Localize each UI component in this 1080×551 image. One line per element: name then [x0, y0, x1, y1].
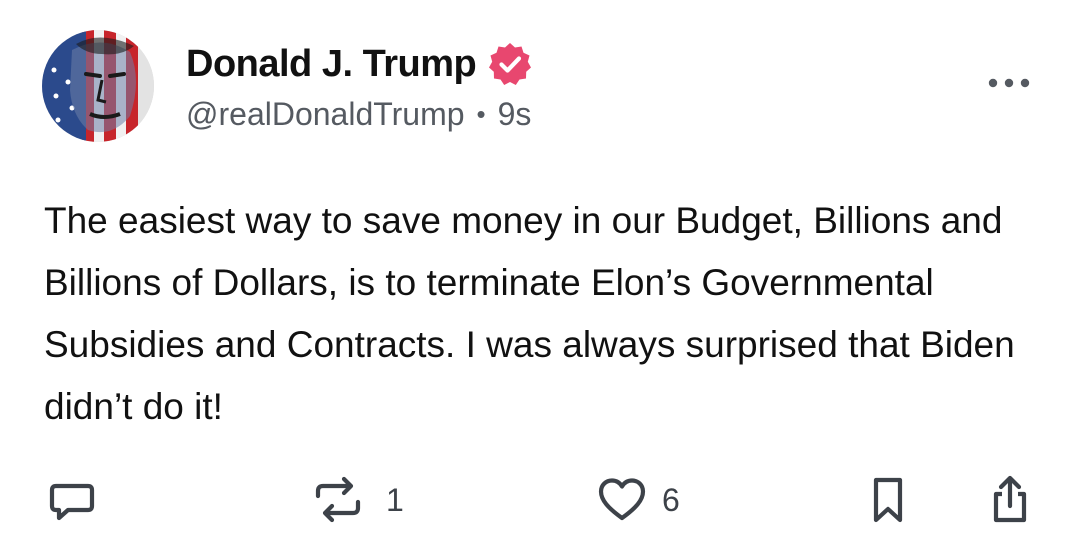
- verified-badge-icon: [486, 40, 534, 88]
- meta-row: @realDonaldTrump • 9s: [186, 96, 534, 133]
- author-block: Donald J. Trump @realDonaldTrump • 9s: [186, 40, 534, 133]
- reply-icon: [49, 483, 95, 521]
- timestamp[interactable]: 9s: [498, 96, 532, 133]
- avatar[interactable]: [42, 30, 154, 142]
- post-card: Donald J. Trump @realDonaldTrump • 9s Th…: [0, 0, 1080, 551]
- bookmark-button[interactable]: [868, 474, 908, 526]
- display-name[interactable]: Donald J. Trump: [186, 43, 477, 86]
- post-body-text: The easiest way to save money in our Bud…: [44, 200, 1015, 427]
- bookmark-icon: [873, 477, 903, 523]
- more-horizontal-icon: [988, 78, 1030, 88]
- name-row: Donald J. Trump: [186, 40, 534, 88]
- repost-count: 1: [386, 481, 404, 518]
- like-button[interactable]: 6: [596, 474, 680, 526]
- avatar-flag-portrait-icon: [42, 30, 154, 142]
- meta-separator: •: [476, 99, 486, 129]
- action-bar: 1 6: [0, 474, 1080, 526]
- heart-icon: [598, 478, 646, 521]
- share-icon: [993, 475, 1027, 523]
- repost-button[interactable]: 1: [312, 474, 404, 526]
- reply-button[interactable]: [46, 474, 98, 526]
- share-button[interactable]: [988, 474, 1032, 526]
- like-count: 6: [662, 481, 680, 518]
- repost-icon: [315, 476, 361, 523]
- handle[interactable]: @realDonaldTrump: [186, 96, 465, 133]
- more-options-button[interactable]: [984, 68, 1034, 98]
